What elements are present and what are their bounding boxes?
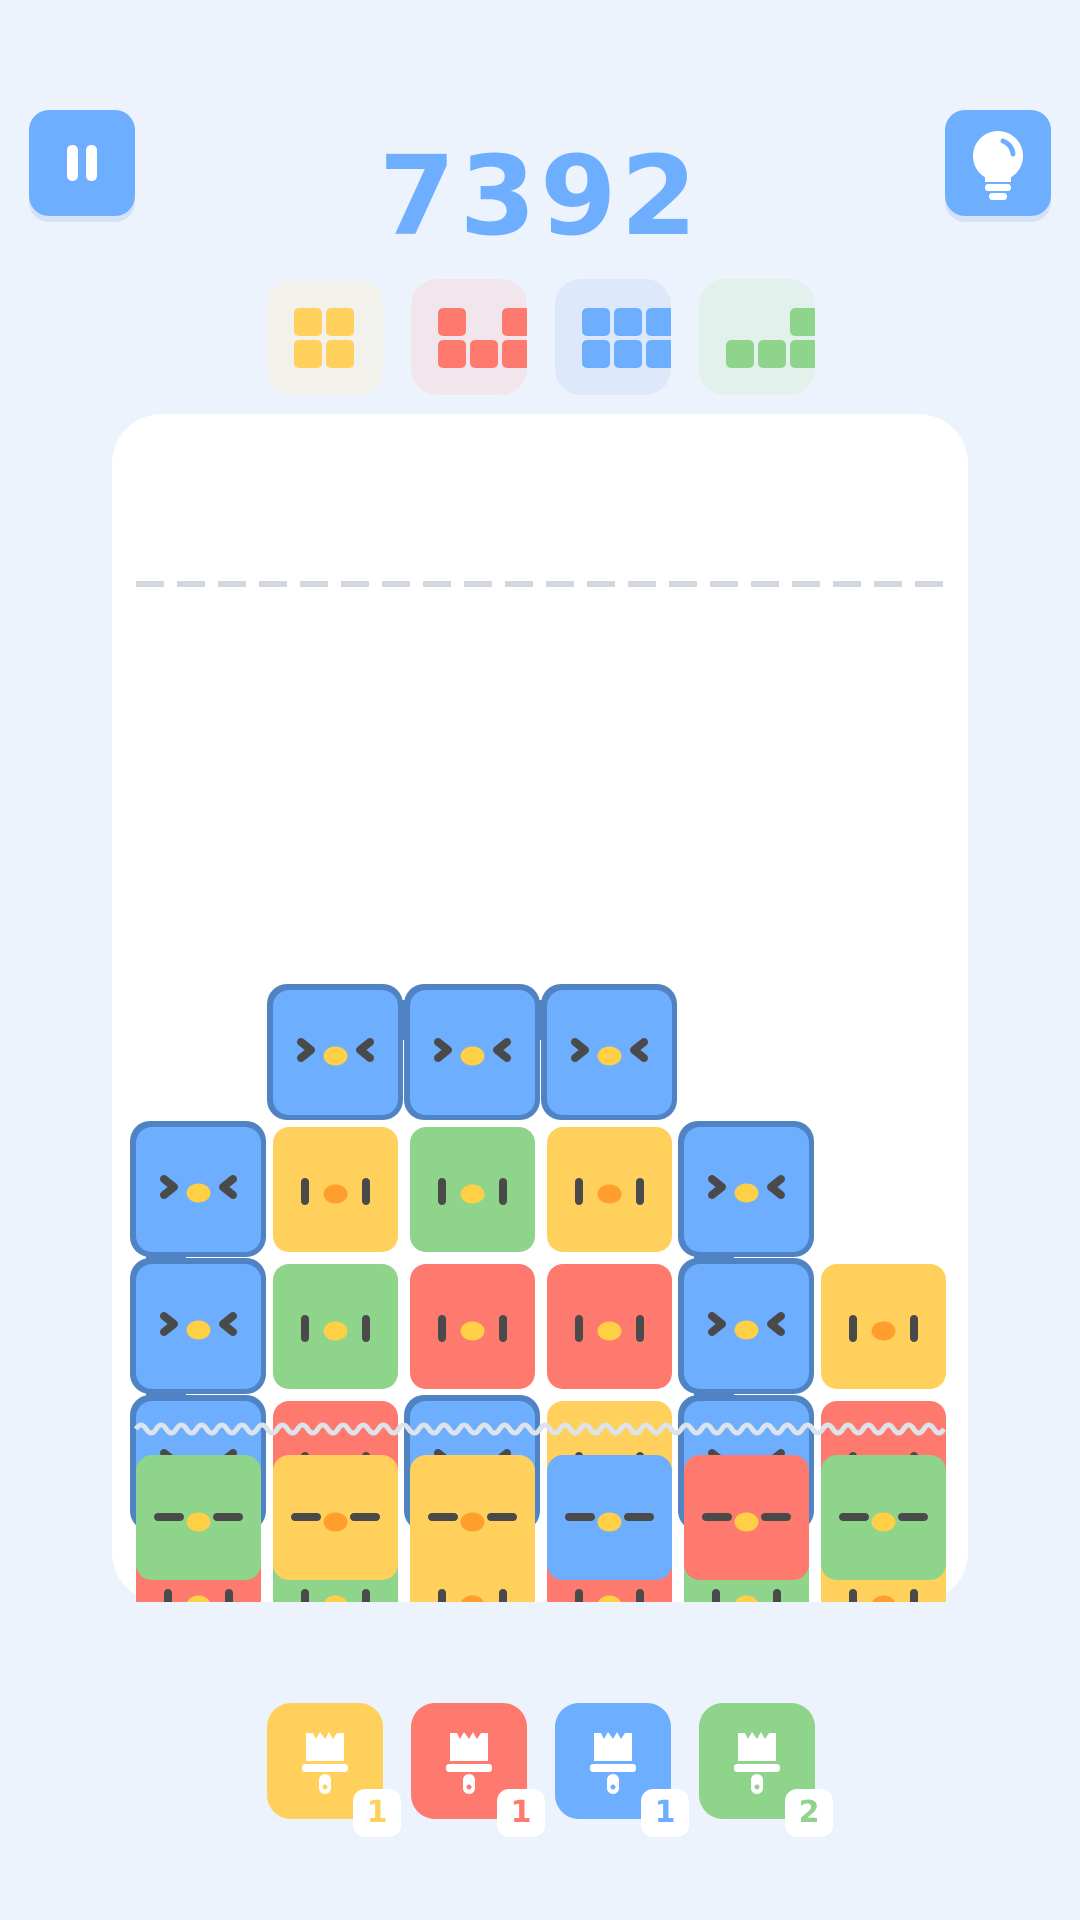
- paint-brush-3[interactable]: 1: [555, 1703, 689, 1837]
- paint-brush-count: 1: [353, 1789, 401, 1837]
- block-green[interactable]: [273, 1264, 398, 1389]
- hint-button[interactable]: [945, 110, 1051, 216]
- game-board[interactable]: [112, 414, 968, 1602]
- next-block-green: [821, 1455, 946, 1580]
- goal-green-pattern: [726, 308, 815, 368]
- next-block-blue: [547, 1455, 672, 1580]
- goal-red-pattern: [438, 308, 527, 368]
- block-yellow[interactable]: [821, 1264, 946, 1389]
- goal-yellow-pattern: [294, 308, 354, 368]
- next-block-green: [136, 1455, 261, 1580]
- paint-brush-count: 2: [785, 1789, 833, 1837]
- goal-red: [411, 279, 527, 395]
- next-block-yellow: [273, 1455, 398, 1580]
- paint-brush-4[interactable]: 2: [699, 1703, 833, 1837]
- goal-blue: [555, 279, 671, 395]
- next-row-divider: [133, 1422, 947, 1436]
- paint-brush-1[interactable]: 1: [267, 1703, 401, 1837]
- block-yellow[interactable]: [273, 1127, 398, 1252]
- goal-blue-pattern: [582, 308, 671, 368]
- board-canvas[interactable]: [112, 414, 968, 1602]
- blue-group-outline: [130, 984, 814, 1531]
- block-yellow[interactable]: [547, 1127, 672, 1252]
- paint-brush-2[interactable]: 1: [411, 1703, 545, 1837]
- block-red[interactable]: [410, 1264, 535, 1389]
- block-green[interactable]: [410, 1127, 535, 1252]
- next-block-red: [684, 1455, 809, 1580]
- next-block-yellow: [410, 1455, 535, 1580]
- score: 7392: [378, 132, 702, 260]
- goal-green: [699, 279, 815, 395]
- paint-brush-count: 1: [641, 1789, 689, 1837]
- paint-brush-count: 1: [497, 1789, 545, 1837]
- lightbulb-icon: [973, 131, 1023, 200]
- goal-yellow: [267, 279, 383, 395]
- block-red[interactable]: [547, 1264, 672, 1389]
